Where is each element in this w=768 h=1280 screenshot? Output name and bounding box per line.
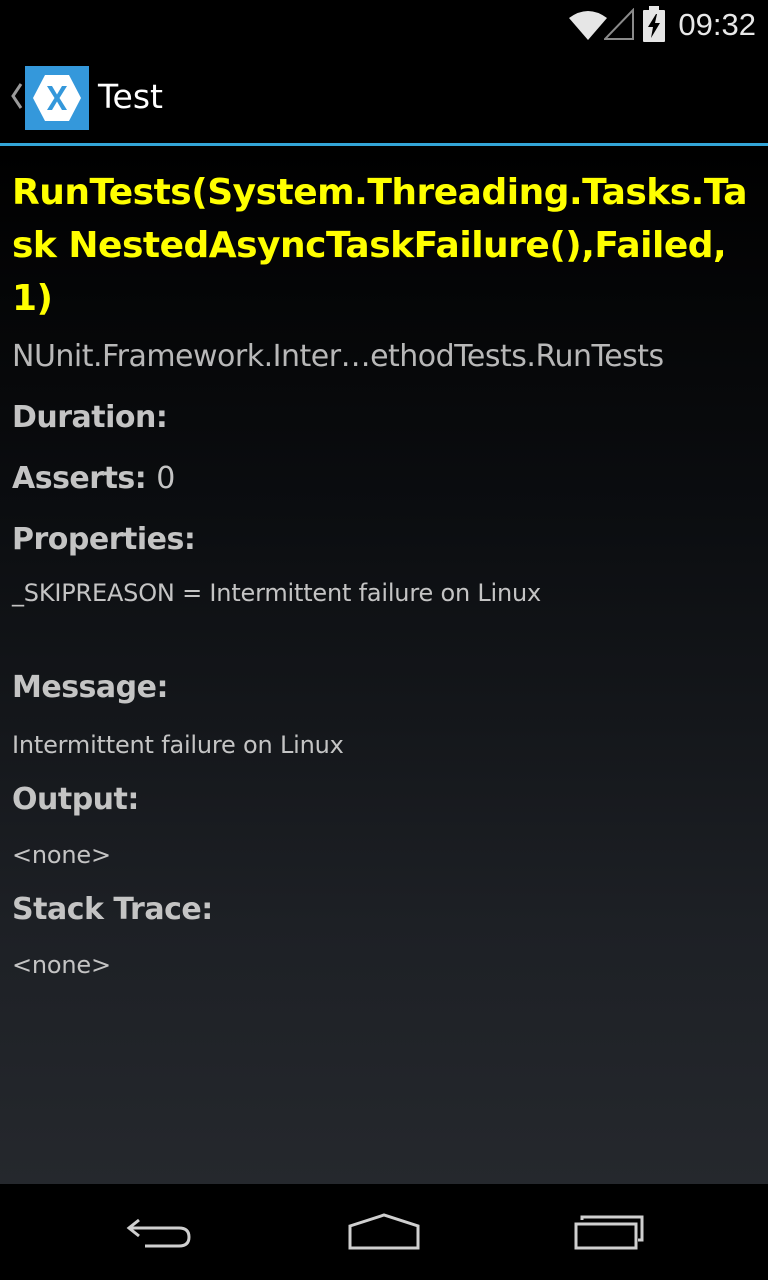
message-value: Intermittent failure on Linux	[12, 731, 344, 759]
recents-button[interactable]	[550, 1202, 670, 1262]
back-icon	[126, 1218, 191, 1248]
back-button[interactable]	[100, 1202, 220, 1262]
wifi-icon	[569, 11, 607, 40]
duration-row: Duration:	[12, 398, 756, 438]
message-label: Message:	[12, 670, 168, 705]
asserts-label: Asserts:	[12, 461, 147, 496]
stack-trace-label: Stack Trace:	[12, 892, 213, 927]
output-value: <none>	[12, 841, 111, 869]
action-bar: Test	[0, 50, 768, 143]
action-bar-title: Test	[98, 77, 163, 116]
status-bar: 09:32	[0, 0, 768, 50]
up-caret-icon[interactable]	[8, 78, 24, 114]
asserts-row: Asserts: 0	[12, 459, 756, 499]
test-name: RunTests(System.Threading.Tasks.Task Nes…	[12, 172, 748, 319]
properties-label: Properties:	[12, 522, 196, 557]
stack-trace-value: <none>	[12, 951, 111, 979]
cell-signal-icon	[604, 8, 634, 40]
asserts-value: 0	[156, 461, 175, 496]
status-time: 09:32	[678, 7, 756, 42]
home-button[interactable]	[324, 1202, 444, 1262]
test-result-detail: RunTests(System.Threading.Tasks.Task Nes…	[0, 146, 768, 1184]
test-full-name: NUnit.Framework.Inter…ethodTests.RunTest…	[12, 339, 664, 374]
output-label: Output:	[12, 782, 139, 817]
home-icon	[348, 1213, 420, 1250]
recents-icon	[574, 1215, 644, 1250]
duration-label: Duration:	[12, 400, 168, 435]
properties-value: _SKIPREASON = Intermittent failure on Li…	[12, 579, 542, 607]
xamarin-logo-icon[interactable]	[25, 66, 89, 130]
navigation-bar	[0, 1184, 768, 1280]
battery-charging-icon	[643, 6, 665, 42]
